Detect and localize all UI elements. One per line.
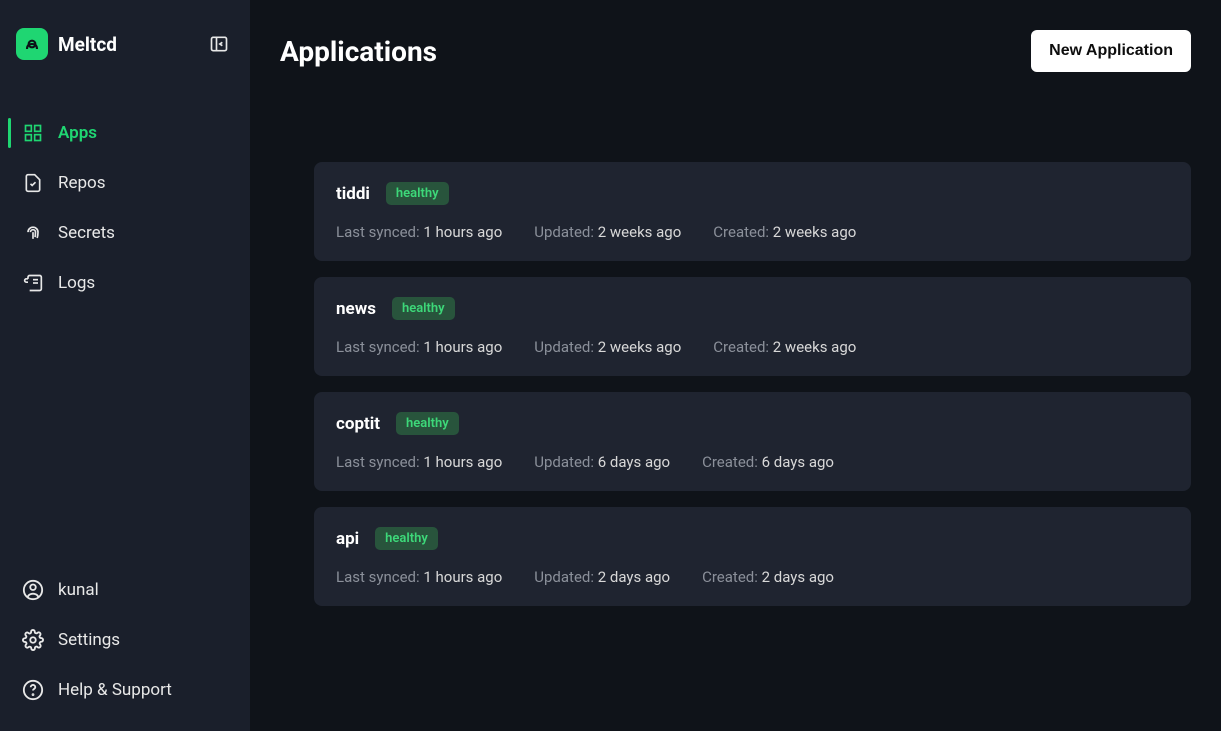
application-meta: Last synced: 1 hours ago Updated: 2 weeks… <box>336 338 1169 356</box>
help-circle-icon <box>22 679 44 701</box>
meta-created: Created: 2 weeks ago <box>713 223 856 241</box>
sidebar-item-settings[interactable]: Settings <box>0 615 250 665</box>
application-card[interactable]: tiddi healthy Last synced: 1 hours ago Upda… <box>314 162 1191 261</box>
sidebar-item-logs[interactable]: Logs <box>0 258 250 308</box>
meta-updated: Updated: 2 weeks ago <box>534 338 681 356</box>
application-meta: Last synced: 1 hours ago Updated: 2 weeks… <box>336 223 1169 241</box>
meta-label: Created: <box>702 453 762 471</box>
status-badge: healthy <box>375 527 438 550</box>
sidebar: Meltcd Apps <box>0 0 250 731</box>
scroll-icon <box>22 272 44 294</box>
main-content: Applications New Application tiddi health… <box>250 0 1221 731</box>
page-title: Applications <box>280 35 437 68</box>
brand-logo-icon <box>16 28 48 60</box>
meta-value: 6 days ago <box>762 453 834 471</box>
meta-value: 2 days ago <box>762 568 834 586</box>
sidebar-item-label: kunal <box>58 580 99 600</box>
gear-icon <box>22 629 44 651</box>
sidebar-header: Meltcd <box>0 0 250 88</box>
meta-value: 1 hours ago <box>423 338 502 356</box>
meta-created: Created: 2 weeks ago <box>713 338 856 356</box>
main-header: Applications New Application <box>280 30 1191 72</box>
meta-label: Last synced: <box>336 568 423 586</box>
meta-value: 2 weeks ago <box>598 338 682 356</box>
meta-value: 2 weeks ago <box>773 223 857 241</box>
brand-name: Meltcd <box>58 33 117 56</box>
fingerprint-icon <box>22 222 44 244</box>
meta-last_synced: Last synced: 1 hours ago <box>336 223 502 241</box>
sidebar-item-help[interactable]: Help & Support <box>0 665 250 715</box>
meta-updated: Updated: 2 weeks ago <box>534 223 681 241</box>
sidebar-item-secrets[interactable]: Secrets <box>0 208 250 258</box>
application-card[interactable]: api healthy Last synced: 1 hours ago Update… <box>314 507 1191 606</box>
application-name: api <box>336 529 359 549</box>
meta-last_synced: Last synced: 1 hours ago <box>336 453 502 471</box>
application-meta: Last synced: 1 hours ago Updated: 6 days … <box>336 453 1169 471</box>
sidebar-item-label: Secrets <box>58 223 115 243</box>
meta-last_synced: Last synced: 1 hours ago <box>336 568 502 586</box>
sidebar-footer: kunal Settings Help & Support <box>0 565 250 731</box>
status-badge: healthy <box>386 182 449 205</box>
meta-label: Created: <box>702 568 762 586</box>
meta-value: 2 weeks ago <box>773 338 857 356</box>
meta-label: Last synced: <box>336 338 423 356</box>
sidebar-nav: Apps Repos Secrets <box>0 88 250 308</box>
sidebar-item-label: Logs <box>58 273 95 293</box>
grid-icon <box>22 122 44 144</box>
application-list: tiddi healthy Last synced: 1 hours ago Upda… <box>280 162 1191 606</box>
sidebar-item-label: Settings <box>58 630 120 650</box>
meta-label: Created: <box>713 223 773 241</box>
meta-value: 1 hours ago <box>423 453 502 471</box>
meta-last_synced: Last synced: 1 hours ago <box>336 338 502 356</box>
meta-label: Updated: <box>534 338 597 356</box>
sidebar-collapse-button[interactable] <box>208 33 230 55</box>
meta-updated: Updated: 2 days ago <box>534 568 670 586</box>
sidebar-item-user[interactable]: kunal <box>0 565 250 615</box>
meta-label: Updated: <box>534 568 597 586</box>
meta-value: 6 days ago <box>598 453 670 471</box>
meta-value: 1 hours ago <box>423 568 502 586</box>
sidebar-item-repos[interactable]: Repos <box>0 158 250 208</box>
meta-value: 2 weeks ago <box>598 223 682 241</box>
application-name: news <box>336 299 376 319</box>
meta-created: Created: 6 days ago <box>702 453 834 471</box>
sidebar-item-label: Apps <box>58 123 97 143</box>
application-card-header: news healthy <box>336 297 1169 320</box>
meta-label: Created: <box>713 338 773 356</box>
user-circle-icon <box>22 579 44 601</box>
status-badge: healthy <box>392 297 455 320</box>
application-name: coptit <box>336 414 380 434</box>
brand[interactable]: Meltcd <box>16 28 117 60</box>
meta-updated: Updated: 6 days ago <box>534 453 670 471</box>
application-card-header: tiddi healthy <box>336 182 1169 205</box>
meta-label: Last synced: <box>336 453 423 471</box>
file-check-icon <box>22 172 44 194</box>
application-card-header: api healthy <box>336 527 1169 550</box>
application-name: tiddi <box>336 184 370 204</box>
sidebar-item-label: Repos <box>58 173 106 193</box>
meta-value: 1 hours ago <box>423 223 502 241</box>
new-application-button[interactable]: New Application <box>1031 30 1191 72</box>
meta-label: Last synced: <box>336 223 423 241</box>
application-meta: Last synced: 1 hours ago Updated: 2 days … <box>336 568 1169 586</box>
sidebar-item-apps[interactable]: Apps <box>0 108 250 158</box>
meta-created: Created: 2 days ago <box>702 568 834 586</box>
application-card-header: coptit healthy <box>336 412 1169 435</box>
application-card[interactable]: news healthy Last synced: 1 hours ago Updat… <box>314 277 1191 376</box>
sidebar-item-label: Help & Support <box>58 680 172 700</box>
status-badge: healthy <box>396 412 459 435</box>
meta-label: Updated: <box>534 223 597 241</box>
application-card[interactable]: coptit healthy Last synced: 1 hours ago Upd… <box>314 392 1191 491</box>
meta-value: 2 days ago <box>598 568 670 586</box>
meta-label: Updated: <box>534 453 597 471</box>
